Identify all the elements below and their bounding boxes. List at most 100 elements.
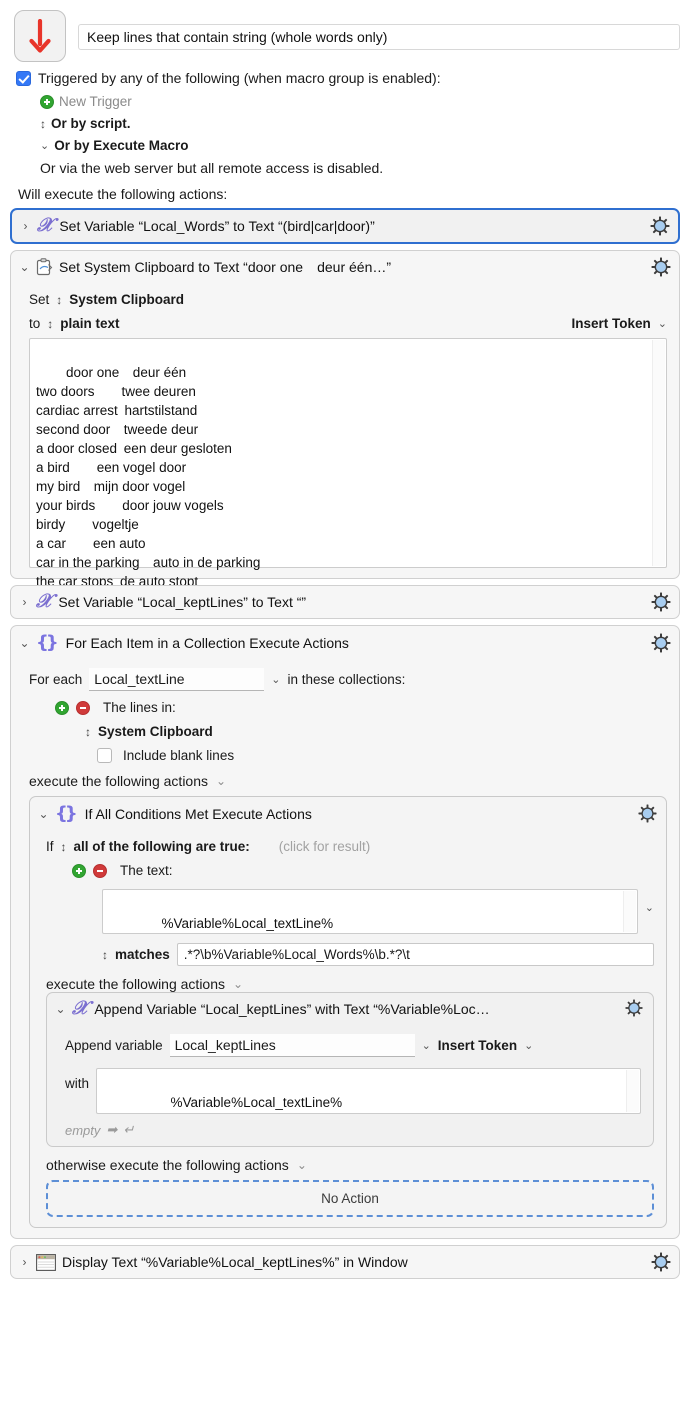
action-header[interactable]: ⌄ {} If All Conditions Met Execute Actio… <box>30 797 666 830</box>
condition-text-area[interactable]: %Variable%Local_textLine% <box>102 889 638 934</box>
action-header[interactable]: ⌄ Set System Clipboard to Text “door one… <box>11 251 679 283</box>
action-set-variable-keptlines[interactable]: › 𝒳 Set Variable “Local_keptLines” to Te… <box>10 585 680 619</box>
clipboard-destination-popup[interactable]: System Clipboard <box>69 292 184 307</box>
gear-icon[interactable] <box>638 803 658 824</box>
chevron-down-icon[interactable]: ⌄ <box>233 977 243 991</box>
trigger-by-execute-macro-row[interactable]: ⌄ Or by Execute Macro <box>16 138 680 153</box>
macro-editor-page: Keep lines that contain string (whole wo… <box>0 0 690 1414</box>
execute-actions-label: execute the following actions <box>29 773 208 789</box>
action-if-all-conditions[interactable]: ⌄ {} If All Conditions Met Execute Actio… <box>29 796 667 1228</box>
gear-icon[interactable] <box>651 592 671 612</box>
vertical-scrollbar[interactable] <box>622 891 636 932</box>
include-blank-lines-checkbox[interactable] <box>97 748 112 763</box>
gear-icon[interactable] <box>650 216 670 236</box>
updown-chevron-icon: ↕ <box>40 116 46 131</box>
format-row[interactable]: to ↕ plain text Insert Token ⌄ <box>29 316 667 331</box>
add-collection-icon[interactable] <box>55 700 69 715</box>
condition-mode-popup[interactable]: all of the following are true: <box>74 839 250 854</box>
vertical-scrollbar[interactable] <box>652 340 665 566</box>
append-with-text-area[interactable]: %Variable%Local_textLine% <box>96 1068 641 1114</box>
collection-source-popup[interactable]: System Clipboard <box>98 724 213 739</box>
insert-token-button[interactable]: Insert Token <box>438 1038 517 1053</box>
chevron-down-icon[interactable]: ⌄ <box>297 1158 307 1172</box>
gear-icon[interactable] <box>651 257 671 277</box>
chevron-down-icon[interactable]: ⌄ <box>658 317 667 330</box>
with-label: with <box>65 1076 90 1091</box>
for-each-row: For each Local_textLine ⌄ in these colle… <box>29 668 667 691</box>
action-set-system-clipboard[interactable]: ⌄ Set System Clipboard to Text “door one… <box>10 250 680 589</box>
chevron-down-icon[interactable]: ⌄ <box>216 774 226 788</box>
condition-row: The text: <box>46 863 654 878</box>
variable-x-icon: 𝒳 <box>37 214 54 237</box>
add-condition-icon[interactable] <box>72 863 86 878</box>
execute-actions-label-row[interactable]: execute the following actions ⌄ <box>29 773 667 789</box>
append-variable-label: Append variable <box>65 1038 163 1053</box>
vertical-scrollbar[interactable] <box>626 1070 639 1112</box>
insert-token-button[interactable]: Insert Token <box>572 316 651 331</box>
trigger-by-script-label: Or by script. <box>51 116 131 131</box>
trigger-by-script-row[interactable]: ↕ Or by script. <box>16 116 680 131</box>
gear-icon[interactable] <box>625 999 645 1019</box>
macro-title-input[interactable]: Keep lines that contain string (whole wo… <box>78 24 680 50</box>
to-label: to <box>29 316 41 331</box>
if-execute-actions-label-row[interactable]: execute the following actions ⌄ <box>46 976 654 992</box>
click-for-result-label[interactable]: (click for result) <box>279 839 371 854</box>
braces-icon: {} <box>55 803 78 824</box>
action-header[interactable]: › 𝒳 Set Variable “Local_Words” to Text “… <box>12 210 678 242</box>
trigger-enabled-row[interactable]: Triggered by any of the following (when … <box>16 70 680 86</box>
no-action-dropzone[interactable]: No Action <box>46 1180 654 1217</box>
action-append-variable[interactable]: ⌄ 𝒳 Append Variable “Local_keptLines” wi… <box>46 992 654 1147</box>
append-variable-input[interactable]: Local_keptLines <box>169 1034 415 1057</box>
updown-chevron-icon: ↕ <box>85 724 91 739</box>
trigger-enabled-checkbox[interactable] <box>16 70 31 86</box>
gear-glyph <box>651 257 671 277</box>
add-trigger-icon[interactable] <box>40 94 54 109</box>
trigger-by-execute-macro-label: Or by Execute Macro <box>54 138 189 153</box>
gear-icon[interactable] <box>651 1252 671 1272</box>
condition-mode-row[interactable]: If ↕ all of the following are true: (cli… <box>46 839 654 854</box>
condition-pattern-input[interactable]: .*?\b%Variable%Local_Words%\b.*?\t <box>176 943 654 966</box>
disclosure-triangle-icon[interactable]: ⌄ <box>19 261 30 273</box>
append-with-row: with %Variable%Local_textLine% <box>65 1066 641 1114</box>
include-blank-lines-row[interactable]: Include blank lines <box>29 748 667 763</box>
remove-collection-icon[interactable] <box>76 700 90 715</box>
disclosure-triangle-icon[interactable]: › <box>19 1256 30 1268</box>
chevron-down-icon: ⌄ <box>40 140 50 152</box>
updown-chevron-icon: ↕ <box>60 839 67 854</box>
action-set-variable-words[interactable]: › 𝒳 Set Variable “Local_Words” to Text “… <box>10 208 680 244</box>
for-each-label: For each <box>29 672 83 687</box>
action-header[interactable]: ⌄ 𝒳 Append Variable “Local_keptLines” wi… <box>47 993 653 1025</box>
red-down-arrow-icon[interactable] <box>14 10 66 62</box>
condition-text-row: %Variable%Local_textLine% ⌄ <box>46 887 654 934</box>
chevron-down-icon[interactable]: ⌄ <box>271 673 280 686</box>
disclosure-triangle-icon[interactable]: › <box>19 596 30 608</box>
chevron-down-icon[interactable]: ⌄ <box>422 1039 431 1052</box>
new-trigger-row[interactable]: New Trigger <box>16 94 680 109</box>
gear-icon[interactable] <box>651 633 671 653</box>
the-text-label: The text: <box>120 863 173 878</box>
disclosure-triangle-icon[interactable]: ⌄ <box>55 1003 66 1015</box>
otherwise-execute-label-row[interactable]: otherwise execute the following actions … <box>46 1157 654 1173</box>
text-format-popup[interactable]: plain text <box>60 316 119 331</box>
action-body: Append variable Local_keptLines ⌄ Insert… <box>47 1034 653 1146</box>
action-for-each[interactable]: ⌄ {} For Each Item in a Collection Execu… <box>10 625 680 1239</box>
action-display-text[interactable]: › Display Text “%Variable%Local_keptLine… <box>10 1245 680 1279</box>
new-trigger-label: New Trigger <box>59 94 132 109</box>
chevron-down-icon[interactable]: ⌄ <box>524 1039 533 1052</box>
set-destination-row[interactable]: Set ↕ System Clipboard <box>29 292 667 307</box>
disclosure-triangle-icon[interactable]: ⌄ <box>19 637 30 649</box>
append-with-value: %Variable%Local_textLine% <box>170 1095 343 1110</box>
clipboard-text-area[interactable]: door one deur één two doors twee deuren … <box>29 338 667 589</box>
remove-condition-icon[interactable] <box>93 863 107 878</box>
disclosure-triangle-icon[interactable]: › <box>20 220 31 232</box>
collection-source-row[interactable]: ↕ System Clipboard <box>29 724 667 739</box>
chevron-down-icon[interactable]: ⌄ <box>645 901 654 914</box>
clipboard-icon <box>36 258 53 276</box>
action-title: If All Conditions Met Execute Actions <box>84 805 312 822</box>
action-header[interactable]: › 𝒳 Set Variable “Local_keptLines” to Te… <box>11 586 679 618</box>
action-header[interactable]: ⌄ {} For Each Item in a Collection Execu… <box>11 626 679 659</box>
disclosure-triangle-icon[interactable]: ⌄ <box>38 808 49 820</box>
action-body: Set ↕ System Clipboard to ↕ plain text I… <box>11 292 679 589</box>
for-each-variable-input[interactable]: Local_textLine <box>89 668 265 691</box>
action-header[interactable]: › Display Text “%Variable%Local_keptLine… <box>11 1246 679 1278</box>
